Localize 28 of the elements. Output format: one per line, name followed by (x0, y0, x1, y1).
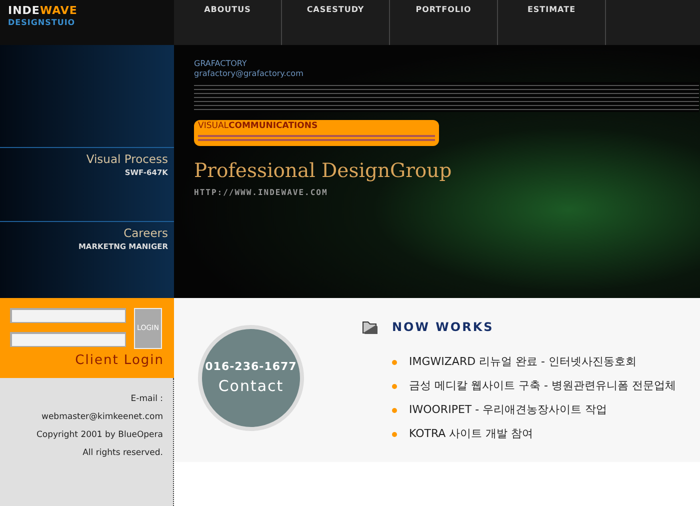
bullet-icon (392, 408, 397, 412)
section-title[interactable]: Careers (0, 225, 168, 242)
footer-text: All rights reserved. (82, 447, 163, 460)
footer-text: E-mail : webmaster@kimkeenet.com (40, 393, 163, 424)
company-email: grafactory@grafactory.com (194, 68, 304, 78)
bullet-icon (392, 384, 397, 388)
folder-icon (362, 319, 378, 335)
website-url: HTTP://WWW.INDEWAVE.COM (194, 186, 329, 199)
work-item[interactable]: KOTRA 사이트 개발 참여 (409, 422, 534, 446)
bullet-icon (392, 360, 397, 364)
headline: Professional DesignGroup (194, 158, 453, 184)
company-name: GRAFACTORY (194, 59, 248, 69)
contact-badge[interactable]: 016-236-1677 Contact (198, 325, 304, 431)
contact-label: Contact (218, 376, 284, 397)
section-title[interactable]: Visual Process (0, 151, 168, 168)
section-heading: NOW WORKS (392, 319, 494, 336)
work-item[interactable]: IWOORIPET - 우리애견농장사이트 작업 (409, 398, 608, 422)
footer-text: Copyright 2001 by BlueOpera (35, 429, 163, 442)
logo-subtitle: DESIGNSTUIO (8, 17, 76, 30)
bullet-icon (392, 432, 397, 436)
phone-number: 016-236-1677 (205, 358, 297, 374)
bubble-title: VISUALCOMMUNICATIONS (198, 122, 319, 132)
logo-text: INDEWAVE (8, 5, 78, 18)
work-item[interactable]: IMGWIZARD 리뉴얼 완료 - 인터넷사진동호회 (409, 350, 637, 374)
input-field[interactable] (10, 332, 126, 347)
work-item[interactable]: 금성 메디칼 웹사이트 구축 - 병원관련유니폼 전문업체 (409, 374, 676, 398)
input-field[interactable] (10, 308, 126, 323)
login-caption: Client Login (74, 352, 164, 370)
